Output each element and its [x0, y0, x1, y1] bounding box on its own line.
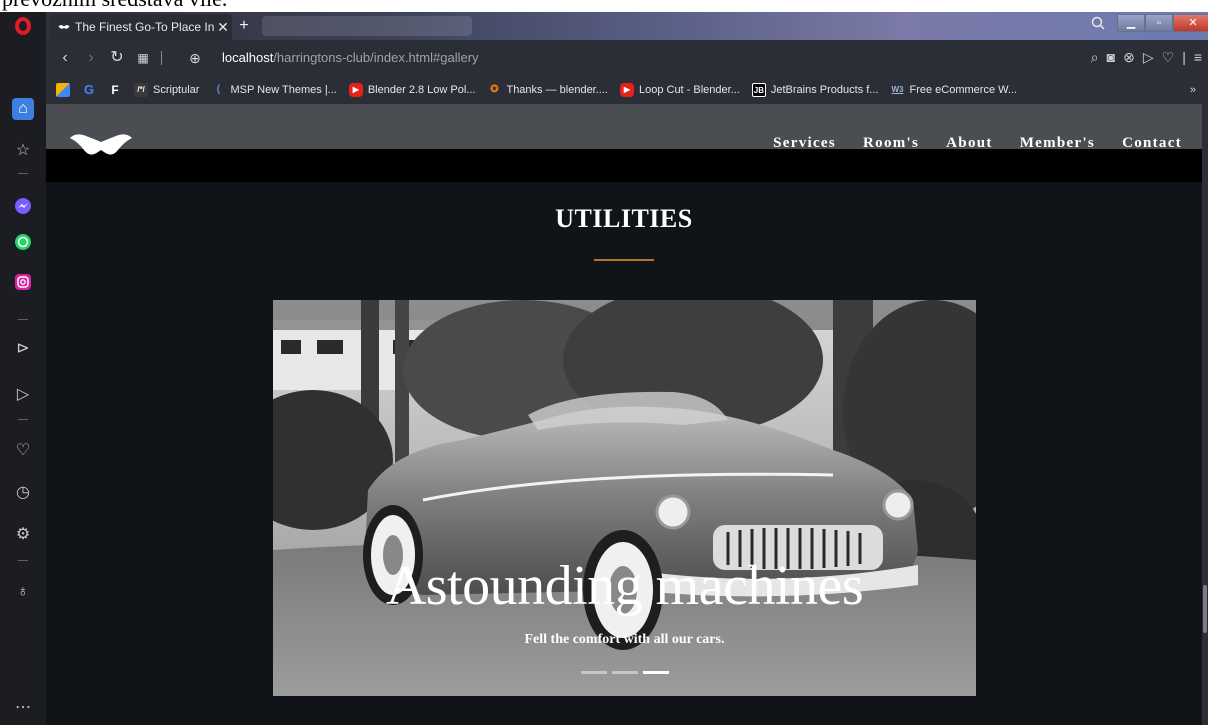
- bookmark-msp-themes[interactable]: (MSP New Themes |...: [211, 83, 337, 97]
- flow-send-icon[interactable]: ▷: [10, 382, 36, 406]
- bookmark-thanks-blender[interactable]: ✪ Thanks — blender....: [487, 83, 608, 97]
- back-icon[interactable]: ‹: [56, 49, 74, 67]
- w3-icon: W3: [890, 83, 905, 97]
- bookmark-scriptular[interactable]: /*/Scriptular: [134, 83, 199, 97]
- bookmark-blender-low-poly[interactable]: ▶ Blender 2.8 Low Pol...: [348, 83, 475, 97]
- new-tab-button[interactable]: +: [236, 18, 252, 34]
- carousel-caption: Astounding machines: [385, 555, 864, 617]
- url-path: /harringtons-club/index.html#gallery: [273, 50, 479, 65]
- opera-menu-button[interactable]: [0, 12, 46, 40]
- messenger-icon[interactable]: [10, 194, 36, 218]
- sidebar-divider: [18, 319, 28, 320]
- carousel-indicators: [581, 671, 669, 674]
- carousel-indicator-1[interactable]: [581, 671, 607, 674]
- gallery-carousel[interactable]: Astounding machines Fell the comfort wit…: [273, 300, 976, 696]
- toolbar-divider: |: [1182, 49, 1186, 65]
- blender-icon: ✪: [487, 83, 502, 97]
- adblock-icon[interactable]: ⊗: [1123, 49, 1135, 66]
- nav-about[interactable]: About: [946, 135, 993, 152]
- address-actions: ⌕ ◙ ⊗ ▷ ♡ | ≡: [1091, 49, 1202, 66]
- active-tab[interactable]: The Finest Go-To Place In E ✕: [50, 14, 232, 40]
- website-viewport: Services Room's About Member's Contact U…: [46, 104, 1202, 725]
- header-shadow-strip: [46, 149, 1202, 182]
- section-title: UTILITIES: [555, 204, 693, 233]
- nav-contact[interactable]: Contact: [1122, 135, 1182, 152]
- snapshot-camera-icon[interactable]: ◙: [1107, 49, 1115, 66]
- sidebar-divider: [18, 173, 28, 174]
- easy-setup-icon[interactable]: ≡: [1194, 49, 1202, 66]
- carousel-subcaption: Fell the comfort with all our cars.: [524, 632, 725, 647]
- apps-icon[interactable]: [56, 83, 70, 97]
- nav-members[interactable]: Member's: [1020, 135, 1095, 152]
- find-in-page-icon[interactable]: ⌕: [1091, 49, 1099, 66]
- bookmark-jetbrains[interactable]: JB JetBrains Products f...: [751, 83, 878, 97]
- history-clock-icon[interactable]: ◷: [10, 480, 36, 504]
- close-window-icon[interactable]: ✕: [1173, 14, 1208, 32]
- send-icon[interactable]: ▷: [1143, 49, 1154, 66]
- browser-sidebar: ⌂ ☆ ⊳ ▷ ♡ ◷ ⚙ ♁ ⋯: [0, 40, 46, 725]
- f-icon[interactable]: F: [108, 83, 122, 97]
- url-host: localhost: [222, 50, 274, 65]
- tab-title: The Finest Go-To Place In E: [75, 20, 214, 34]
- scriptular-icon: /*/: [134, 83, 148, 97]
- more-bookmarks-icon[interactable]: »: [1190, 84, 1196, 96]
- sidebar-divider: [18, 419, 28, 420]
- tips-bulb-icon[interactable]: ♁: [10, 580, 36, 604]
- window-title-bar: The Finest Go-To Place In E ✕ + ▁ ▫ ✕: [0, 12, 1208, 40]
- opera-logo-icon: [15, 17, 31, 35]
- reload-icon[interactable]: ↻: [108, 49, 126, 67]
- cropped-caption: prevozním sredstava vile.: [2, 0, 227, 10]
- address-bar: ‹ › ↻ ▦ ⊕ localhost/harringtons-club/ind…: [46, 40, 1208, 76]
- nav-services[interactable]: Services: [773, 135, 836, 152]
- heart-icon[interactable]: ♡: [10, 438, 36, 462]
- nav-rooms[interactable]: Room's: [863, 135, 919, 152]
- more-sidebar-icon[interactable]: ⋯: [10, 695, 36, 719]
- google-icon[interactable]: G: [82, 83, 96, 97]
- youtube-icon: ▶: [619, 83, 634, 97]
- home-icon[interactable]: ⌂: [12, 98, 34, 120]
- settings-gear-icon[interactable]: ⚙: [10, 522, 36, 546]
- url-field[interactable]: localhost/harringtons-club/index.html#ga…: [222, 50, 479, 65]
- address-separator: [161, 51, 162, 65]
- bookmark-heart-icon[interactable]: ♡: [1162, 49, 1175, 66]
- youtube-icon: ▶: [348, 83, 363, 97]
- msp-icon: (: [211, 83, 226, 97]
- whatsapp-icon[interactable]: [10, 230, 36, 254]
- sidebar-divider: [18, 560, 28, 561]
- carousel-indicator-3[interactable]: [643, 671, 669, 674]
- forward-icon[interactable]: ›: [82, 49, 100, 67]
- bookmarks-bar: G F /*/Scriptular (MSP New Themes |... ▶…: [46, 76, 1208, 104]
- instagram-icon[interactable]: [10, 270, 36, 294]
- search-tabs-icon[interactable]: [1089, 16, 1107, 34]
- globe-icon[interactable]: ⊕: [186, 49, 204, 67]
- bookmark-free-ecommerce[interactable]: W3 Free eCommerce W...: [890, 83, 1017, 97]
- minimize-icon[interactable]: ▁: [1117, 14, 1145, 32]
- mustache-favicon-icon: [58, 25, 70, 29]
- scrollbar-thumb[interactable]: [1203, 585, 1207, 633]
- site-navigation: Services Room's About Member's Contact: [773, 135, 1182, 152]
- tab-close-icon[interactable]: ✕: [214, 19, 232, 36]
- bookmark-loop-cut[interactable]: ▶ Loop Cut - Blender...: [619, 83, 740, 97]
- document-text-fragment: prevozním sredstava vile.: [0, 0, 1208, 12]
- mustache-logo-icon[interactable]: [68, 130, 134, 164]
- carousel-indicator-2[interactable]: [612, 671, 638, 674]
- speed-dial-icon[interactable]: ▦: [134, 49, 152, 67]
- background-tab[interactable]: [262, 16, 472, 36]
- jetbrains-icon: JB: [751, 83, 766, 97]
- player-icon[interactable]: ⊳: [10, 336, 36, 360]
- window-controls: ▁ ▫ ✕: [1117, 14, 1208, 34]
- star-icon[interactable]: ☆: [10, 138, 36, 162]
- title-underline: [594, 259, 654, 261]
- maximize-icon[interactable]: ▫: [1145, 14, 1173, 32]
